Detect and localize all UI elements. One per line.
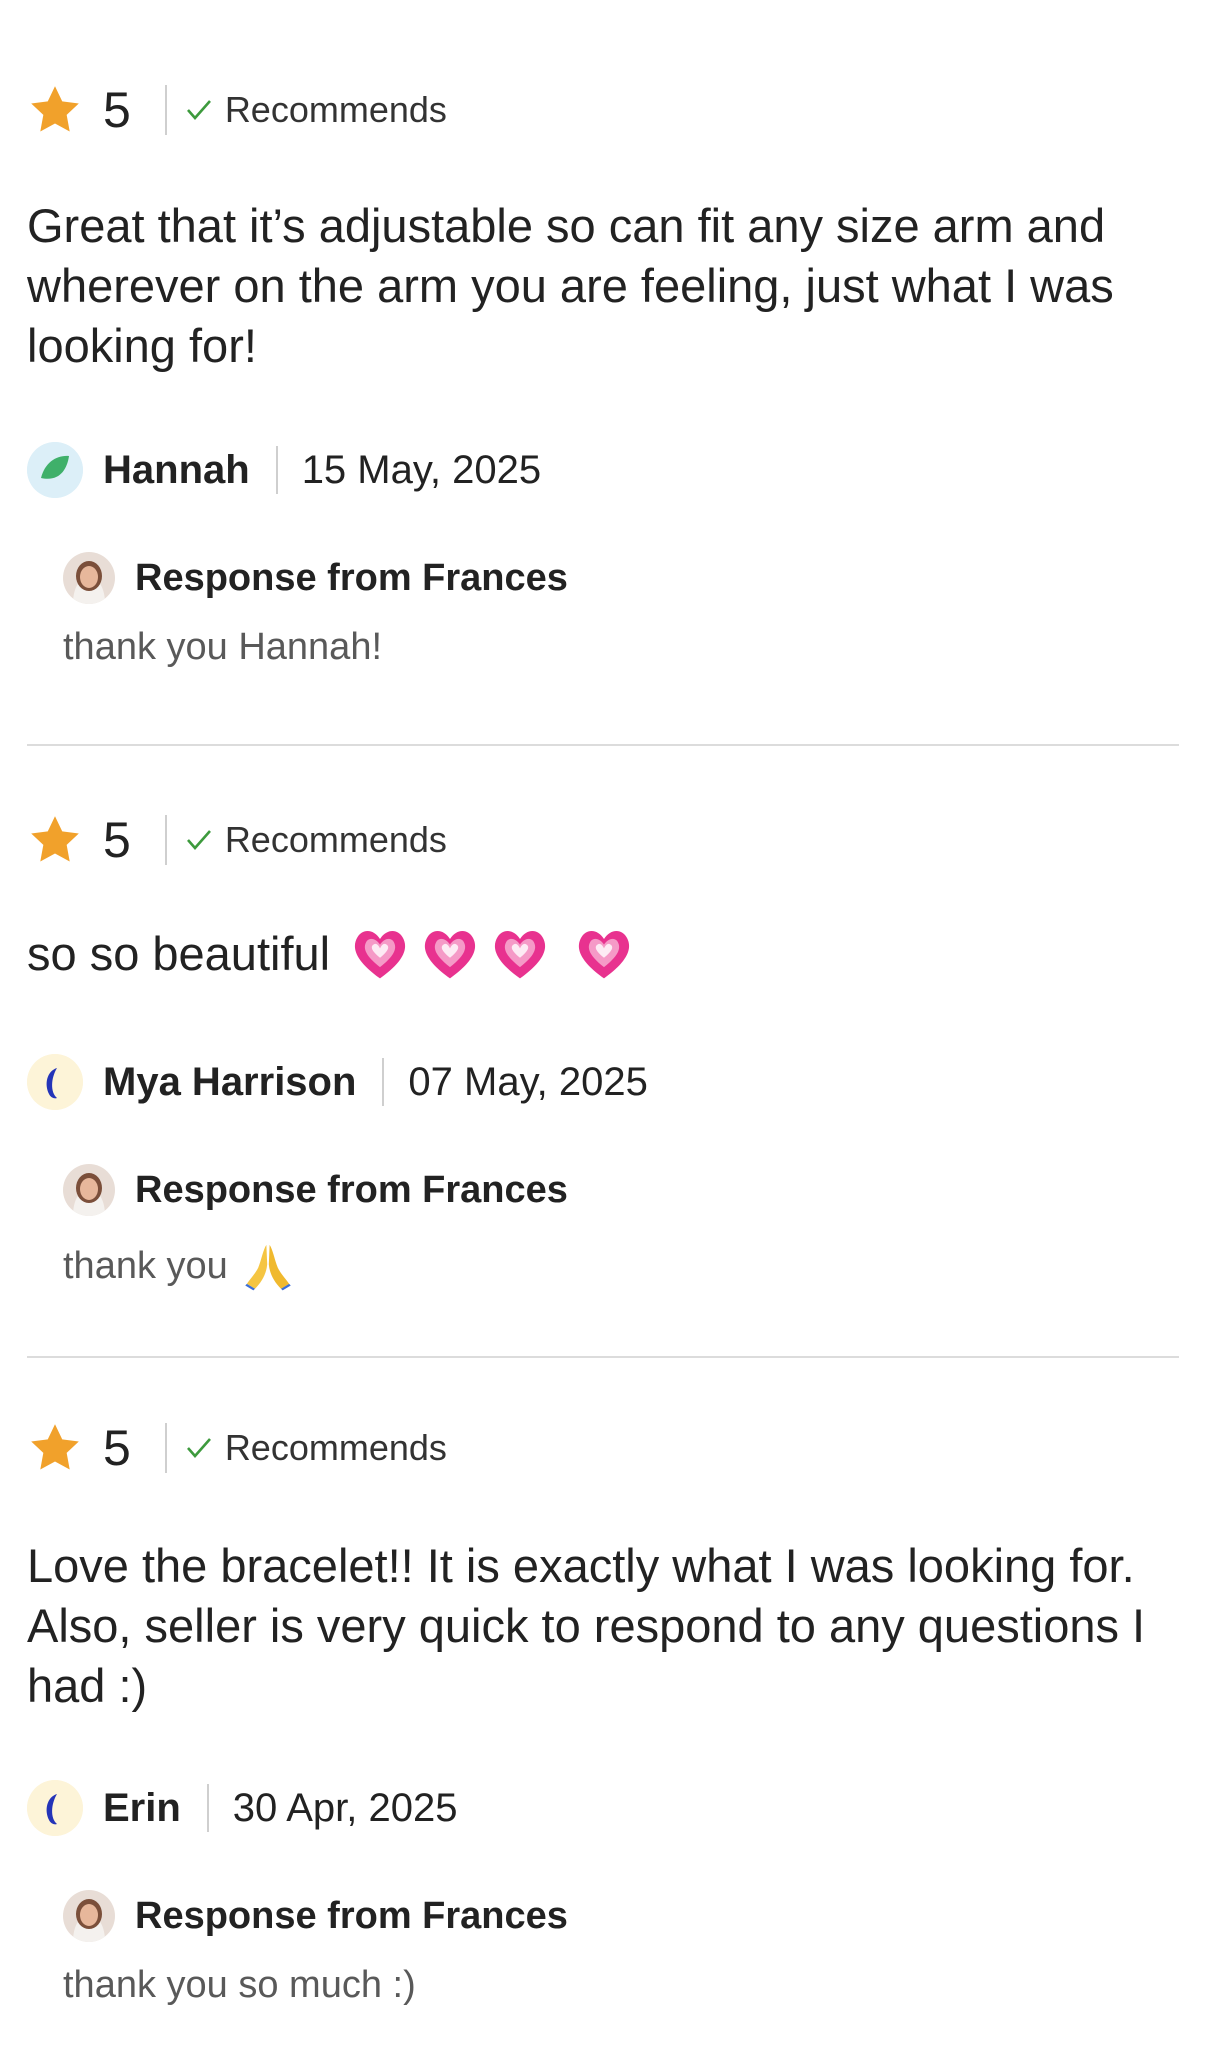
avatar[interactable]	[27, 442, 83, 498]
heart-icon	[355, 930, 406, 979]
blue-moon-avatar	[27, 1780, 83, 1836]
author-name[interactable]: Erin	[103, 1786, 181, 1831]
response-title: Response from Frances	[135, 1168, 568, 1211]
author-name[interactable]: Hannah	[103, 448, 250, 493]
heart-icon	[425, 930, 476, 979]
response-message: thank you so much :)	[63, 1964, 416, 2006]
rating-row: 5 Recommends	[27, 80, 447, 140]
review-separator	[27, 744, 1179, 746]
review-text: Love the bracelet!! It is exactly what I…	[27, 1539, 1146, 1712]
author-name[interactable]: Mya Harrison	[103, 1060, 356, 1105]
author-row: Hannah 15 May, 2025	[27, 440, 541, 500]
blue-moon-avatar	[27, 1054, 83, 1110]
rating-row: 5 Recommends	[27, 1418, 447, 1478]
review-separator	[27, 1356, 1179, 1358]
divider	[382, 1058, 385, 1106]
avatar[interactable]	[27, 1054, 83, 1110]
author-row: Mya Harrison 07 May, 2025	[27, 1052, 648, 1112]
response-text: thank you	[63, 1236, 294, 1296]
rating-value: 5	[103, 1420, 131, 1476]
review-text-content: so so beautiful	[27, 927, 331, 980]
heart-icon	[579, 930, 630, 979]
rating-value: 5	[103, 812, 131, 868]
response-text: thank you so much :)	[63, 1964, 416, 2007]
recommends-label: Recommends	[224, 89, 447, 130]
review-date: 30 Apr, 2025	[232, 1785, 458, 1830]
review-text: so so beautiful	[27, 924, 1179, 984]
response-text: thank you Hannah!	[63, 626, 382, 669]
star-icon	[31, 1424, 79, 1470]
seller-response-header: Response from Frances	[63, 1886, 568, 1946]
review-text: Great that it’s adjustable so can fit an…	[27, 199, 1114, 372]
rating-row: 5 Recommends	[27, 810, 447, 870]
response-message: thank you Hannah!	[63, 626, 383, 668]
seller-avatar[interactable]	[63, 552, 115, 604]
check-icon	[186, 1438, 211, 1458]
star-icon	[31, 816, 79, 862]
emoji-row	[350, 925, 644, 983]
divider	[164, 1423, 167, 1473]
author-row: Erin 30 Apr, 2025	[27, 1778, 457, 1838]
review-date: 15 May, 2025	[301, 447, 542, 492]
response-title: Response from Frances	[135, 556, 568, 599]
heart-icon	[495, 930, 546, 979]
check-icon	[186, 830, 211, 850]
response-title: Response from Frances	[135, 1894, 568, 1937]
review-date: 07 May, 2025	[408, 1059, 648, 1104]
star-icon	[31, 86, 79, 132]
seller-avatar[interactable]	[63, 1890, 115, 1942]
divider	[275, 446, 278, 494]
avatar[interactable]	[27, 1780, 83, 1836]
seller-avatar[interactable]	[63, 1164, 115, 1216]
divider	[206, 1784, 209, 1832]
recommends-label: Recommends	[224, 819, 447, 860]
divider	[164, 85, 167, 135]
check-icon	[186, 100, 211, 120]
praying-hands-icon	[245, 1244, 291, 1291]
rating-value: 5	[103, 82, 131, 138]
divider	[164, 815, 167, 865]
recommends-label: Recommends	[224, 1427, 447, 1468]
seller-response-header: Response from Frances	[63, 548, 568, 608]
response-message: thank you	[63, 1244, 228, 1287]
green-leaf-avatar	[27, 442, 83, 498]
seller-response-header: Response from Frances	[63, 1160, 568, 1220]
